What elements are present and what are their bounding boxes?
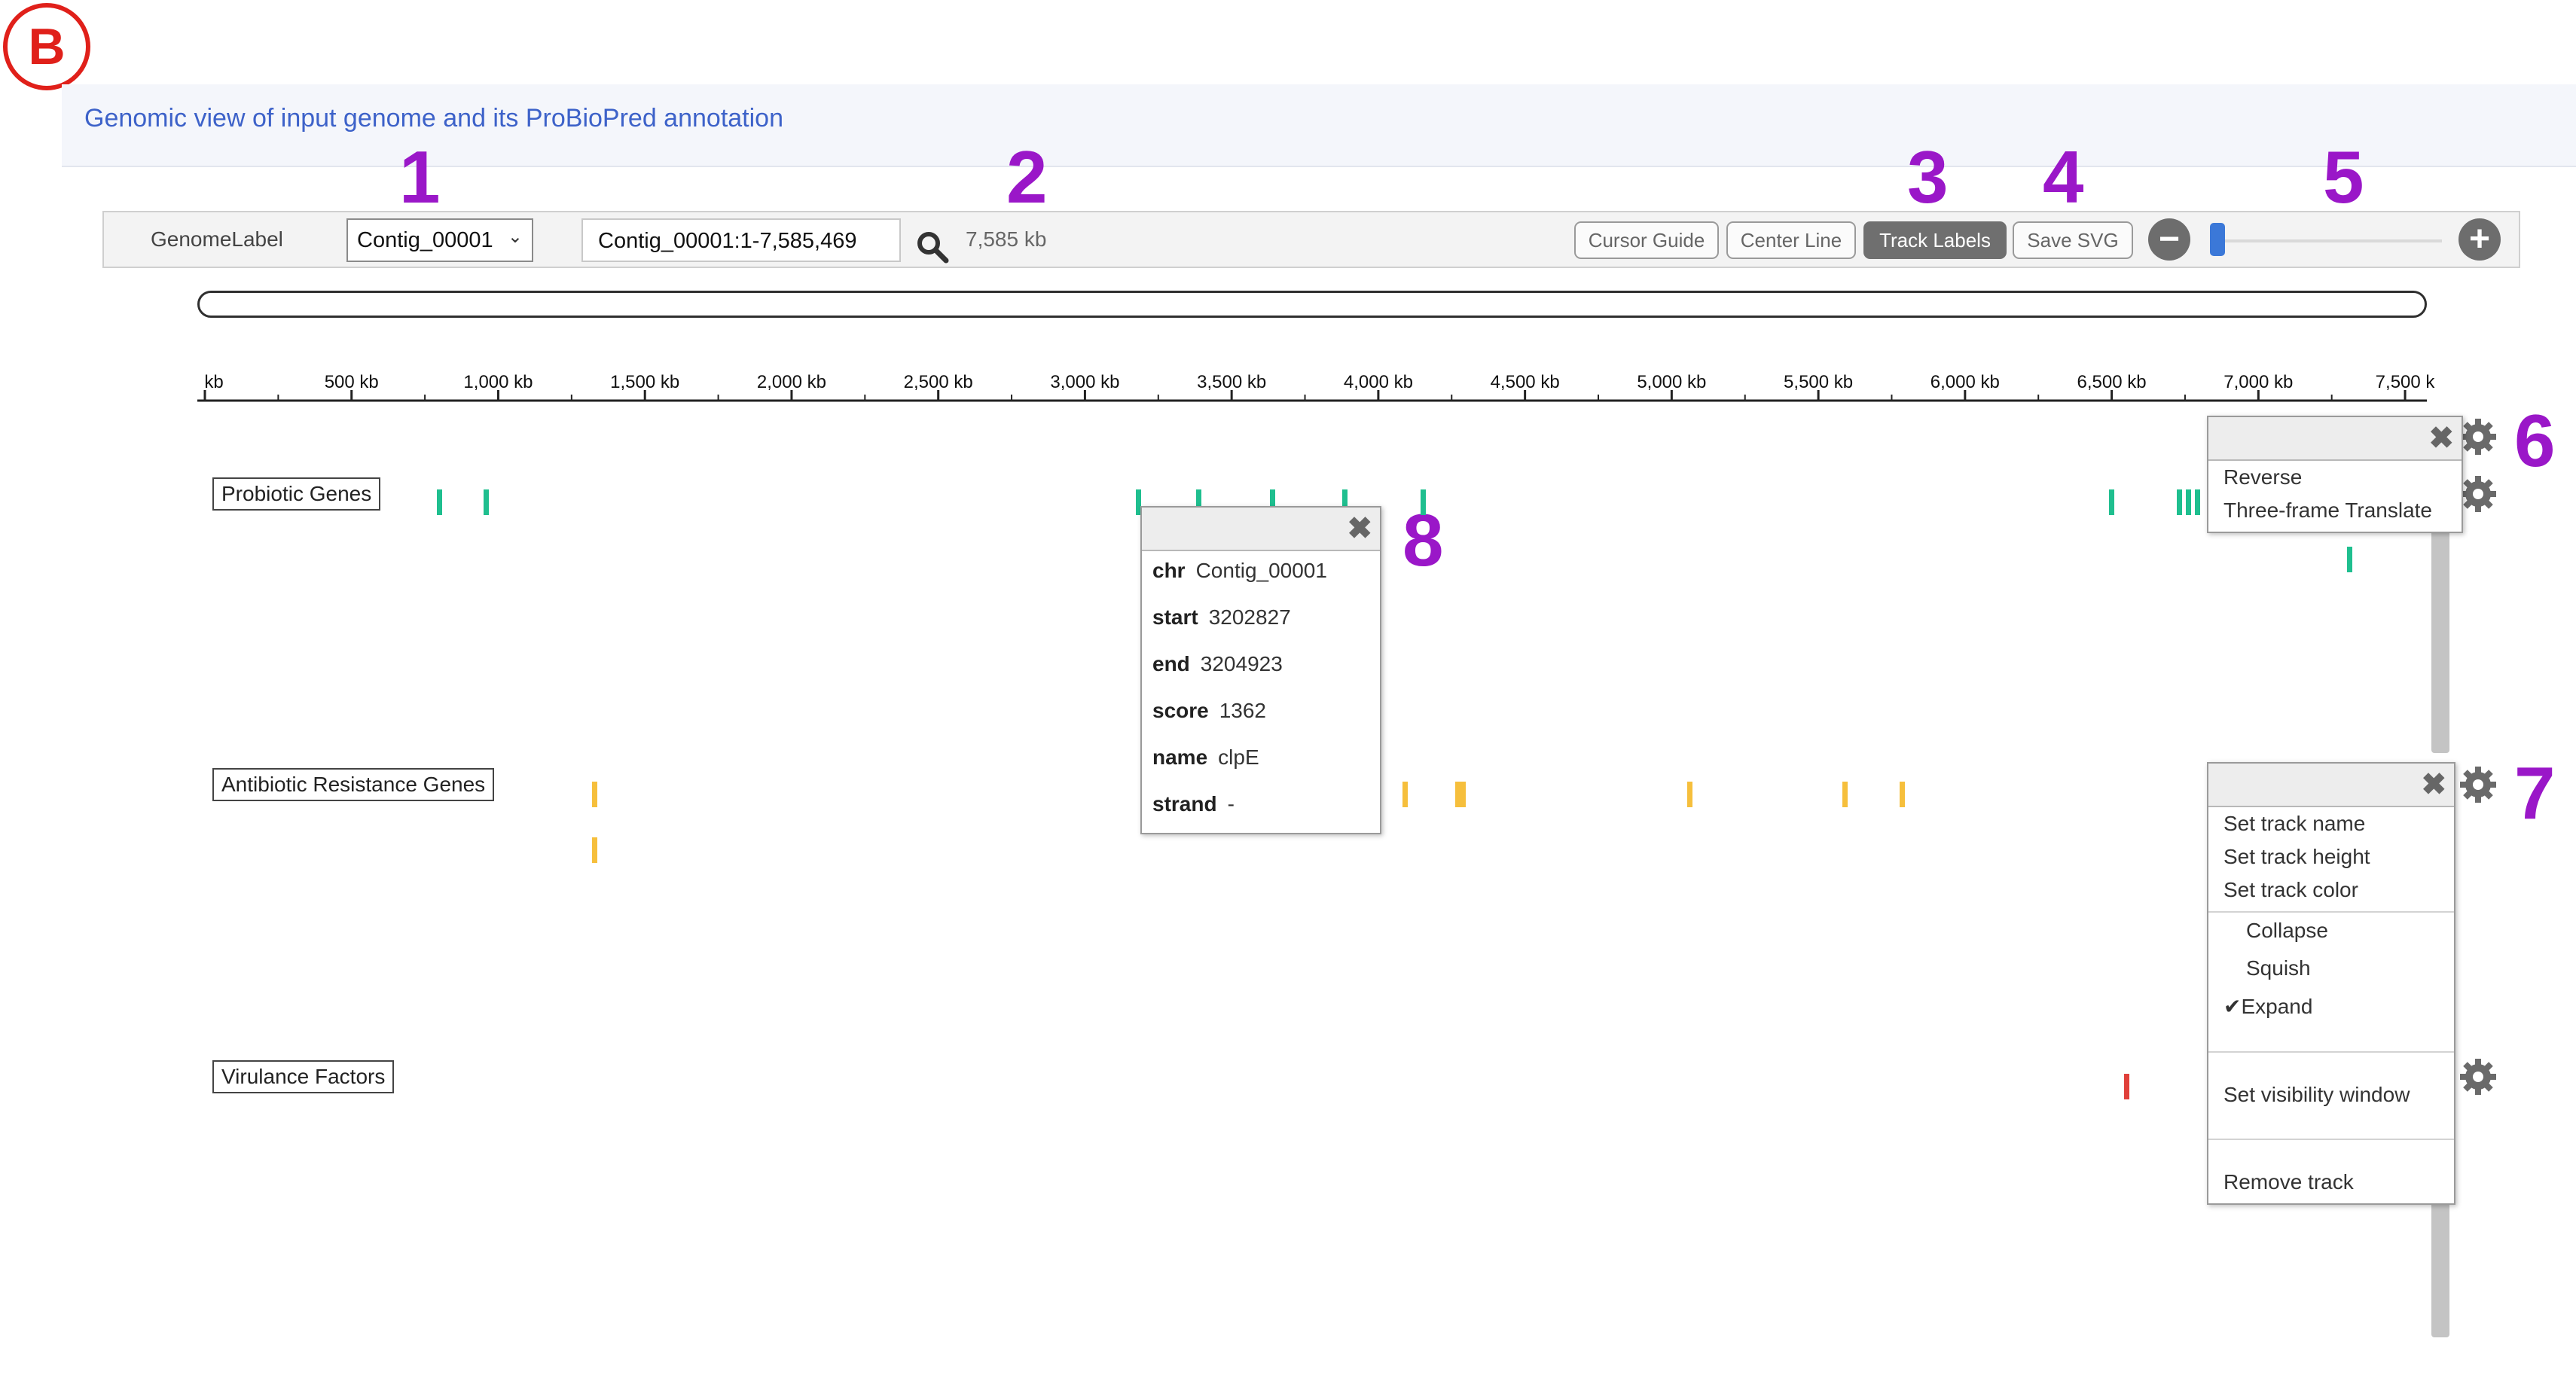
panel-label: B	[3, 3, 90, 90]
detail-row-score: score 1362	[1152, 699, 1267, 722]
menu-item-expand-label: Expand	[2241, 995, 2313, 1018]
callout-5: 5	[2323, 136, 2364, 218]
ruler-tick-label: 3,000 kb	[1050, 372, 1120, 392]
menu-item-three-frame-translate[interactable]: Three-frame Translate	[2223, 498, 2432, 523]
locus-search-input[interactable]: Contig_00001:1-7,585,469	[581, 218, 901, 262]
menu-item-set-visibility-window[interactable]: Set visibility window	[2223, 1083, 2410, 1107]
gear-icon[interactable]	[2458, 474, 2498, 514]
ruler-tick-label: 1,500 kb	[610, 372, 680, 392]
close-icon[interactable]: ✖	[2421, 770, 2446, 800]
contig-select[interactable]: Contig_00001 ⌄	[346, 218, 533, 262]
close-icon[interactable]: ✖	[2428, 423, 2454, 453]
ruler-tick-label: 6,500 kb	[2077, 372, 2147, 392]
ruler-tick-label: 6,000 kb	[1930, 372, 2000, 392]
track-settings-menu: ✖ Set track name Set track height Set tr…	[2207, 762, 2455, 1205]
page-title: Genomic view of input genome and its Pro…	[84, 104, 783, 133]
plus-icon: +	[2468, 219, 2491, 259]
popup-header: ✖	[2208, 417, 2462, 461]
menu-item-reverse[interactable]: Reverse	[2223, 465, 2302, 489]
zoom-in-button[interactable]: +	[2458, 218, 2501, 261]
ruler-tick-label: 5,500 kb	[1784, 372, 1854, 392]
ruler-tick-label: 2,000 kb	[756, 372, 826, 392]
probiotic-feature[interactable]	[2109, 489, 2114, 515]
contig-select-value: Contig_00001	[357, 227, 493, 252]
track-label-virulence: Virulance Factors	[212, 1060, 395, 1093]
track-labels-button[interactable]: Track Labels	[1863, 221, 2007, 259]
locus-size: 7,585 kb	[966, 227, 1047, 251]
save-svg-button[interactable]: Save SVG	[2013, 221, 2133, 259]
gear-icon[interactable]	[2458, 765, 2498, 804]
menu-divider	[2208, 911, 2454, 913]
ruler-tick-label: kb	[204, 372, 224, 392]
menu-divider	[2208, 1051, 2454, 1053]
gear-icon[interactable]	[2458, 417, 2498, 456]
probiotic-feature[interactable]	[484, 489, 489, 515]
callout-1: 1	[399, 136, 441, 218]
track-label-antibiotic: Antibiotic Resistance Genes	[212, 768, 495, 801]
detail-row-chr: chr Contig_00001	[1152, 559, 1327, 582]
menu-item-remove-track[interactable]: Remove track	[2223, 1170, 2354, 1194]
popup-header: ✖	[2208, 764, 2454, 807]
antibiotic-feature[interactable]	[1842, 782, 1848, 807]
zoom-slider[interactable]	[2211, 239, 2442, 242]
callout-4: 4	[2043, 136, 2084, 218]
antibiotic-feature[interactable]	[1687, 782, 1692, 807]
menu-item-squish[interactable]: Squish	[2246, 956, 2311, 980]
search-icon[interactable]	[914, 229, 951, 265]
probiotic-feature[interactable]	[2347, 547, 2352, 572]
detail-row-strand: strand -	[1152, 792, 1235, 816]
chromosome-overview[interactable]	[197, 291, 2427, 318]
ruler-tick-label: 5,000 kb	[1637, 372, 1707, 392]
menu-item-set-track-height[interactable]: Set track height	[2223, 845, 2370, 869]
ruler-tick-label: 500 kb	[324, 372, 379, 392]
callout-6: 6	[2514, 399, 2556, 482]
menu-divider	[2208, 1139, 2454, 1140]
detail-row-start: start 3202827	[1152, 605, 1291, 629]
gear-icon[interactable]	[2458, 1057, 2498, 1096]
antibiotic-feature[interactable]	[1455, 782, 1466, 807]
detail-row-name: name clpE	[1152, 745, 1259, 769]
probiotic-feature[interactable]	[2177, 489, 2182, 515]
popup-header: ✖	[1142, 508, 1380, 551]
antibiotic-feature[interactable]	[592, 782, 597, 807]
close-icon[interactable]: ✖	[1347, 514, 1372, 544]
antibiotic-feature[interactable]	[1402, 782, 1408, 807]
feature-detail-popup: ✖ chr Contig_00001 start 3202827 end 320492…	[1140, 506, 1381, 834]
probiotic-feature[interactable]	[2195, 489, 2200, 515]
minus-icon: −	[2158, 219, 2181, 259]
menu-item-expand[interactable]: ✔Expand	[2223, 994, 2312, 1019]
ruler-tick-label: 3,500 kb	[1197, 372, 1267, 392]
cursor-guide-button[interactable]: Cursor Guide	[1574, 221, 1719, 259]
track-label-probiotic: Probiotic Genes	[212, 477, 381, 511]
center-line-button[interactable]: Center Line	[1726, 221, 1856, 259]
probiotic-feature[interactable]	[2186, 489, 2191, 515]
check-icon: ✔	[2223, 995, 2242, 1018]
callout-7: 7	[2514, 752, 2556, 834]
ruler-tick-label: 7,500 k	[2375, 372, 2435, 392]
zoom-out-button[interactable]: −	[2148, 218, 2190, 261]
chevron-down-icon: ⌄	[507, 227, 523, 247]
detail-row-end: end 3204923	[1152, 652, 1283, 675]
ruler-tick-label: 2,500 kb	[903, 372, 973, 392]
antibiotic-feature[interactable]	[1900, 782, 1905, 807]
menu-item-collapse[interactable]: Collapse	[2246, 919, 2328, 943]
probiotic-feature[interactable]	[437, 489, 442, 515]
callout-2: 2	[1006, 136, 1048, 218]
ruler-tick-label: 4,500 kb	[1490, 372, 1560, 392]
ruler-tick-label: 4,000 kb	[1343, 372, 1413, 392]
probiotic-feature[interactable]	[1421, 489, 1426, 515]
callout-3: 3	[1907, 136, 1949, 218]
sequence-track-menu: ✖ Reverse Three-frame Translate	[2207, 416, 2463, 533]
menu-item-set-track-color[interactable]: Set track color	[2223, 878, 2358, 902]
menu-item-set-track-name[interactable]: Set track name	[2223, 812, 2365, 836]
genome-label: GenomeLabel	[151, 227, 283, 251]
virulence-feature[interactable]	[2124, 1074, 2129, 1099]
ruler-tick-label: 7,000 kb	[2223, 372, 2294, 392]
ruler-tick-label: 1,000 kb	[463, 372, 533, 392]
antibiotic-feature[interactable]	[592, 837, 597, 863]
zoom-slider-handle[interactable]	[2210, 223, 2225, 256]
